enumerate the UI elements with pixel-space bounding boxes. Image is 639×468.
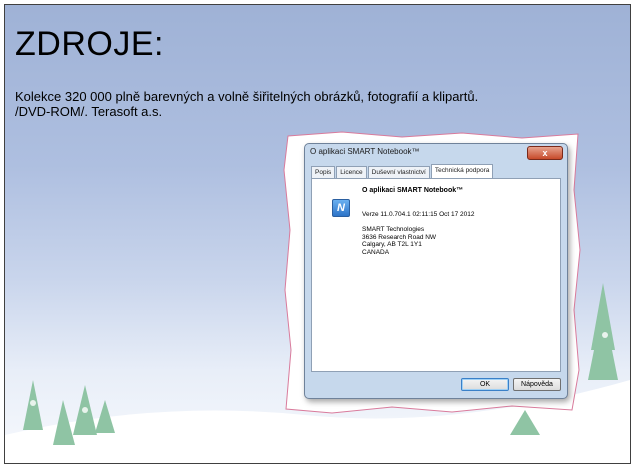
company-address: SMART Technologies 3636 Research Road NW… bbox=[362, 226, 436, 256]
address-line: SMART Technologies bbox=[362, 226, 425, 233]
tab-content: N O aplikaci SMART Notebook™ Verze 11.0.… bbox=[311, 178, 561, 372]
tab-licence[interactable]: Licence bbox=[336, 166, 367, 178]
close-button[interactable]: x bbox=[527, 146, 563, 160]
body-line-2: /DVD-ROM/. Terasoft a.s. bbox=[15, 104, 163, 119]
tab-popis[interactable]: Popis bbox=[311, 166, 336, 178]
address-line: Calgary, AB T2L 1Y1 bbox=[362, 241, 422, 248]
tab-technicka-podpora[interactable]: Technická podpora bbox=[430, 164, 494, 178]
address-line: CANADA bbox=[362, 248, 390, 256]
slide-title: ZDROJE: bbox=[15, 25, 164, 63]
address-line: 3636 Research Road NW bbox=[362, 233, 437, 241]
dialog-title: O aplikaci SMART Notebook™ bbox=[310, 147, 420, 156]
about-heading: O aplikaci SMART Notebook™ bbox=[362, 187, 464, 194]
close-icon: x bbox=[542, 148, 548, 158]
help-button[interactable]: Nápověda bbox=[513, 378, 561, 391]
ok-button[interactable]: OK bbox=[461, 378, 509, 391]
slide-body: Kolekce 320 000 plně barevných a volně š… bbox=[15, 89, 478, 119]
smart-notebook-icon: N bbox=[332, 199, 350, 217]
body-line-1: Kolekce 320 000 plně barevných a volně š… bbox=[15, 89, 479, 104]
tab-strip: Popis Licence Duševní vlastnictví Techni… bbox=[311, 164, 494, 178]
about-dialog: O aplikaci SMART Notebook™ x Popis Licen… bbox=[304, 143, 568, 399]
tab-dusevni-vlastnictvi[interactable]: Duševní vlastnictví bbox=[367, 166, 430, 178]
version-text: Verze 11.0.704.1 02:11:15 Oct 17 2012 bbox=[362, 211, 475, 218]
